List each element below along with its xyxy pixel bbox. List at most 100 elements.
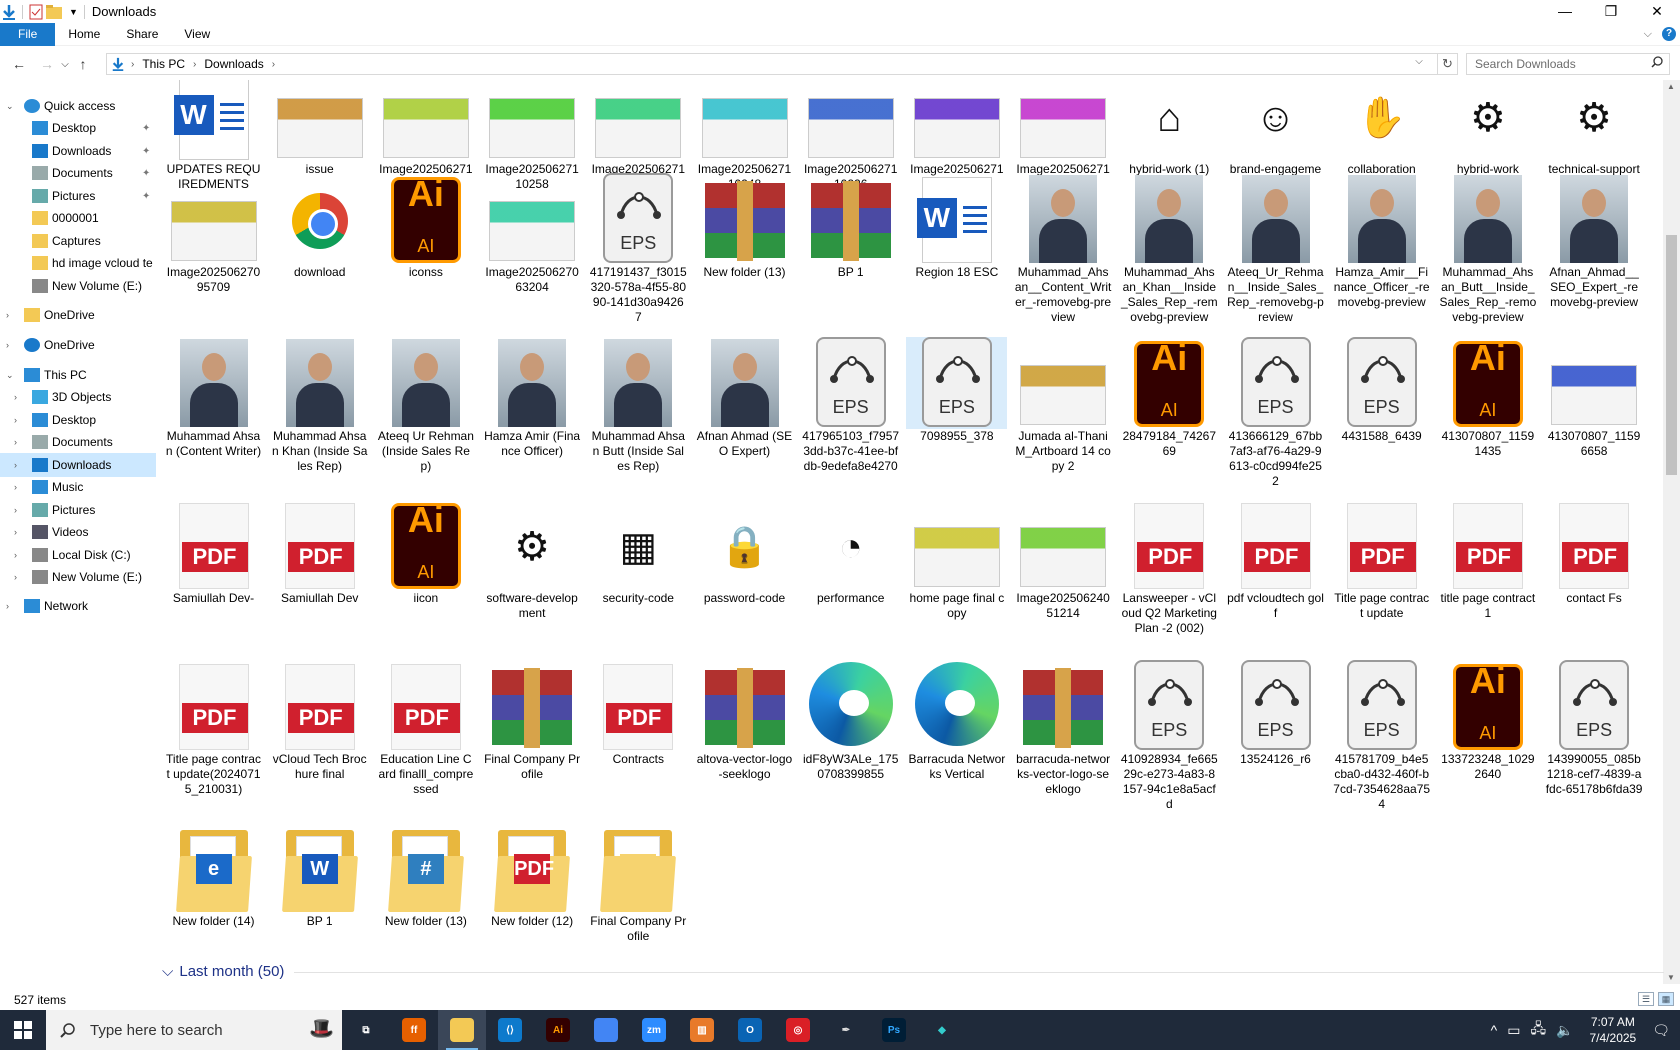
maximize-button[interactable]: ❐ <box>1588 0 1634 22</box>
file-item[interactable]: EPS 415781709_b4e5cba0-d432-460f-b7cd-735… <box>1331 660 1432 812</box>
file-item[interactable]: ✋ collaboration <box>1331 80 1432 177</box>
file-item[interactable]: PDF Title page contract update <box>1331 499 1432 621</box>
sidebar-item-onedrive[interactable]: › OneDrive <box>0 333 156 357</box>
download-arrow-icon[interactable] <box>2 4 16 20</box>
file-item[interactable]: Final Company Profile <box>482 660 583 782</box>
file-item[interactable]: PDF Lansweeper - vCloud Q2 Marketing Plan… <box>1119 499 1220 636</box>
file-item[interactable]: PDF pdf vcloudtech golf <box>1225 499 1326 621</box>
sidebar-item-downloads[interactable]: Downloads ✦ <box>0 139 156 163</box>
forward-button[interactable]: → <box>36 56 58 72</box>
july-fourth-hat-icon[interactable]: 🎩 <box>309 1016 334 1041</box>
file-item[interactable]: Ai AI 413070807_11591435 <box>1437 337 1538 459</box>
zoom-taskbar-button[interactable]: zm <box>630 1010 678 1050</box>
tab-file[interactable]: File <box>0 22 56 46</box>
file-item[interactable]: W BP 1 <box>269 822 370 929</box>
properties-icon[interactable] <box>29 4 43 20</box>
tab-share[interactable]: Share <box>113 23 171 46</box>
file-item[interactable]: BP 1 <box>800 173 901 280</box>
taskbar-search[interactable]: Type here to search 🎩 <box>46 1010 342 1050</box>
sidebar-item-music[interactable]: › Music <box>0 475 156 499</box>
breadcrumb-separator-icon[interactable]: › <box>131 59 134 70</box>
sidebar-item-pictures[interactable]: › Pictures <box>0 498 156 522</box>
illustrator-taskbar-button[interactable]: Ai <box>534 1010 582 1050</box>
chevron-right-icon[interactable]: › <box>6 310 16 320</box>
chevron-down-icon[interactable]: ⌄ <box>6 370 16 381</box>
scroll-down-icon[interactable]: ▼ <box>1667 973 1675 982</box>
file-item[interactable]: home page final copy <box>906 499 1007 621</box>
chevron-right-icon[interactable]: › <box>14 437 24 447</box>
vertical-scrollbar[interactable]: ▲ ▼ <box>1663 80 1680 984</box>
vscode-taskbar-button[interactable]: ⟨⟩ <box>486 1010 534 1050</box>
file-item[interactable]: PDF vCloud Tech Brochure final <box>269 660 370 782</box>
minimize-button[interactable]: — <box>1542 0 1588 22</box>
up-button[interactable]: ↑ <box>72 56 94 72</box>
sidebar-item-onedrive[interactable]: › OneDrive <box>0 303 156 327</box>
sidebar-item-desktop[interactable]: › Desktop <box>0 408 156 432</box>
file-item[interactable]: Hamza Amir (Finance Officer) <box>482 337 583 459</box>
file-item[interactable]: ⚙ software-development <box>482 499 583 621</box>
sidebar-item-new-volume-e[interactable]: New Volume (E:) <box>0 274 156 298</box>
file-item[interactable]: EPS 4431588_6439 <box>1331 337 1432 444</box>
start-button[interactable] <box>0 1010 46 1050</box>
help-icon[interactable]: ? <box>1662 27 1676 41</box>
file-item[interactable]: Muhammad_Ahsan_Khan__Inside_Sales_Rep_-r… <box>1119 173 1220 325</box>
address-bar[interactable]: › This PC › Downloads › ⌵ <box>106 53 1438 75</box>
file-item[interactable]: # New folder (13) <box>375 822 476 929</box>
file-item[interactable]: Afnan Ahmad (SEO Expert) <box>694 337 795 459</box>
file-item[interactable]: Muhammad Ahsan (Content Writer) <box>163 337 264 459</box>
file-item[interactable]: Image20250627095709 <box>163 173 264 295</box>
pen-tool-taskbar-button[interactable]: ✒ <box>822 1010 870 1050</box>
file-item[interactable]: altova-vector-logo-seeklogo <box>694 660 795 782</box>
outlook-taskbar-button[interactable]: O <box>726 1010 774 1050</box>
file-item[interactable]: Jumada al-Thani M_Artboard 14 copy 2 <box>1013 337 1114 474</box>
file-item[interactable]: Ateeq_Ur_Rehman__Inside_Sales_Rep_-remov… <box>1225 173 1326 325</box>
chrome-taskbar-button[interactable] <box>582 1010 630 1050</box>
sidebar-item-documents[interactable]: Documents ✦ <box>0 161 156 185</box>
file-item[interactable]: Image20250624051214 <box>1013 499 1114 621</box>
chevron-right-icon[interactable]: › <box>14 527 24 537</box>
scroll-up-icon[interactable]: ▲ <box>1667 82 1675 91</box>
sidebar-item-new-volume-e[interactable]: › New Volume (E:) <box>0 565 156 589</box>
file-item[interactable]: Afnan_Ahmad__SEO_Expert_-removebg-previe… <box>1544 173 1645 310</box>
file-item[interactable]: New folder (13) <box>694 173 795 280</box>
new-folder-icon[interactable] <box>46 4 62 19</box>
file-item[interactable]: idF8yW3ALe_1750708399855 <box>800 660 901 782</box>
details-view-button[interactable]: ☰ <box>1638 992 1654 1006</box>
file-item[interactable]: Barracuda Networks Vertical <box>906 660 1007 782</box>
tab-view[interactable]: View <box>171 23 223 46</box>
sidebar-item-0000001[interactable]: 0000001 <box>0 206 156 230</box>
show-hidden-icons-button[interactable]: ^ <box>1491 1022 1498 1038</box>
file-item[interactable]: PDF Title page contract update(20240715_2… <box>163 660 264 797</box>
tab-home[interactable]: Home <box>55 23 113 46</box>
file-item[interactable]: EPS 413666129_67bb7af3-af76-4a29-9613-c0c… <box>1225 337 1326 489</box>
file-item[interactable]: PDF title page contract 1 <box>1437 499 1538 621</box>
file-item[interactable]: PDF Samiullah Dev <box>269 499 370 606</box>
expand-ribbon-icon[interactable]: ⌵ <box>1644 28 1652 41</box>
task-view-taskbar-button[interactable]: ⧉ <box>342 1010 390 1050</box>
refresh-button[interactable]: ↻ <box>1438 53 1458 75</box>
file-item[interactable]: PDF contact Fs <box>1544 499 1645 606</box>
large-icons-view-button[interactable]: ▦ <box>1658 992 1674 1006</box>
photoshop-taskbar-button[interactable]: Ps <box>870 1010 918 1050</box>
file-item[interactable]: Ai AI iicon <box>375 499 476 606</box>
breadcrumb-separator-icon[interactable]: › <box>193 59 196 70</box>
sidebar-item-network[interactable]: › Network <box>0 594 156 618</box>
sidebar-item-downloads[interactable]: › Downloads <box>0 453 156 477</box>
sidebar-item-captures[interactable]: Captures <box>0 229 156 253</box>
file-explorer-taskbar-button[interactable] <box>438 1010 486 1050</box>
chevron-right-icon[interactable]: › <box>14 482 24 492</box>
file-item[interactable]: ⚙ hybrid-work <box>1437 80 1538 177</box>
creative-cloud-taskbar-button[interactable]: ◎ <box>774 1010 822 1050</box>
chevron-right-icon[interactable]: › <box>14 550 24 560</box>
chevron-down-icon[interactable]: ⌄ <box>6 101 16 112</box>
file-item[interactable]: e New folder (14) <box>163 822 264 929</box>
file-item[interactable]: Ai AI iconss <box>375 173 476 280</box>
chevron-right-icon[interactable]: › <box>6 601 16 611</box>
file-item[interactable]: EPS 417191437_f3015320-578a-4f55-8090-141… <box>588 173 689 325</box>
sidebar-item-quick-access[interactable]: ⌄ Quick access <box>0 94 156 118</box>
file-item[interactable]: Final Company Profile <box>588 822 689 944</box>
chevron-down-icon[interactable]: ⌵ <box>162 963 173 980</box>
file-item[interactable]: PDF New folder (12) <box>482 822 583 929</box>
file-item[interactable]: W Region 18 ESC <box>906 173 1007 280</box>
file-item[interactable]: EPS 143990055_085b1218-cef7-4839-afdc-651… <box>1544 660 1645 797</box>
